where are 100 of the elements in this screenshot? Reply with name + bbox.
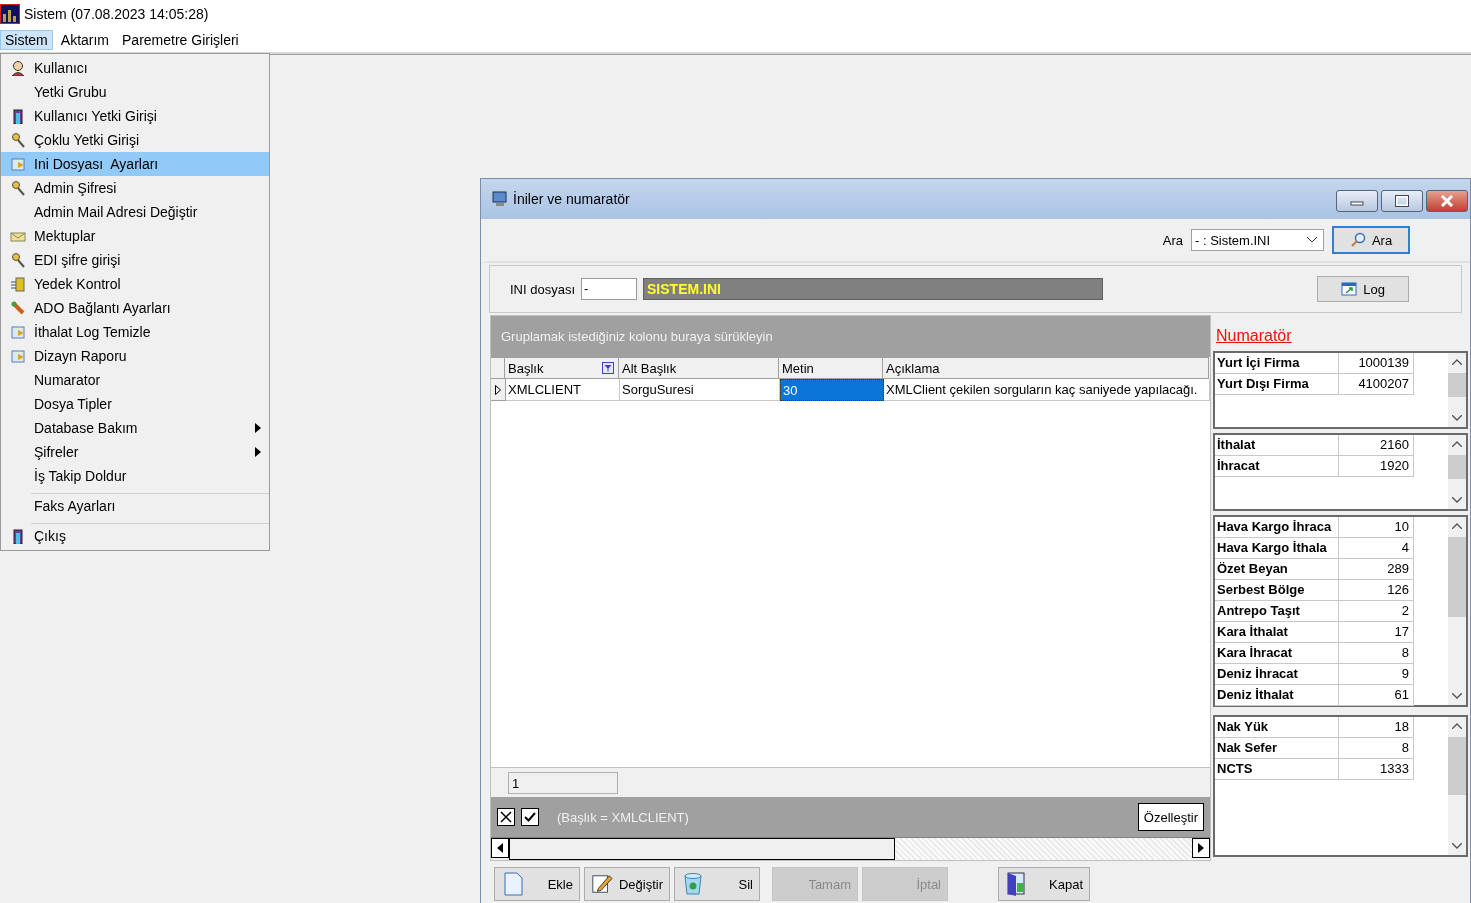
menu-item[interactable]: Admin Mail Adresi Değiştir (1, 200, 269, 224)
document-icon (9, 324, 26, 340)
column-header[interactable]: Başlık (505, 357, 619, 379)
menu-item[interactable]: Kullanıcı (1, 56, 269, 80)
menu-item[interactable]: EDI şifre girişi (1, 248, 269, 272)
dialog-button[interactable]: Ekle (494, 867, 580, 901)
filter-text: (Başlık = XMLCLIENT) (557, 809, 690, 825)
vertical-scrollbar[interactable] (1448, 717, 1466, 855)
table-cell: Nak Sefer (1215, 738, 1339, 759)
table-cell: 126 (1339, 580, 1414, 601)
table-cell: Yurt Dışı Firma (1215, 374, 1339, 395)
menu-item[interactable]: Yetki Grubu (1, 80, 269, 104)
table-cell: Özet Beyan (1215, 559, 1339, 580)
menu-item[interactable]: Çoklu Yetki Girişi (1, 128, 269, 152)
menu-item[interactable]: Sistem (0, 30, 53, 50)
scroll-up-icon (1452, 441, 1462, 447)
table-cell: 18 (1339, 717, 1414, 738)
table-cell: Nak Yük (1215, 717, 1339, 738)
ini-name-field: SISTEM.INI (643, 278, 1104, 300)
current-row-icon (495, 384, 501, 395)
table-cell: Kara İthalat (1215, 622, 1339, 643)
table-cell: 30 (780, 379, 884, 401)
computer-icon (491, 190, 509, 208)
table-cell: 4100207 (1339, 374, 1414, 395)
table-cell: İthalat (1215, 435, 1339, 456)
window-title: Sistem (07.08.2023 14:05:28) (24, 6, 209, 22)
menu-item[interactable]: Admin Şifresi (1, 176, 269, 200)
horizontal-scrollbar[interactable] (491, 837, 1210, 860)
ini-file-label: INI dosyası (510, 281, 576, 297)
table-cell: Antrepo Taşıt (1215, 601, 1339, 622)
search-label: Ara (1162, 232, 1183, 248)
app-icon (0, 4, 20, 24)
numarator-link[interactable]: Numaratör (1213, 315, 1468, 347)
customize-button[interactable]: Özelleştir (1137, 803, 1204, 831)
group-hint: Gruplamak istediğiniz kolonu buraya sürükleyin (501, 329, 773, 344)
table-cell: Serbest Bölge (1215, 580, 1339, 601)
filter-checkbox[interactable] (521, 808, 539, 826)
menu-item[interactable]: ADO Bağlantı Ayarları (1, 296, 269, 320)
check-icon (524, 812, 536, 822)
table-cell: 2 (1339, 601, 1414, 622)
minimize-button[interactable] (1336, 190, 1378, 212)
ini-code-field[interactable]: - (581, 278, 638, 300)
table-cell: 17 (1339, 622, 1414, 643)
dialog-button[interactable]: Değiştir (584, 867, 670, 901)
vertical-scrollbar[interactable] (1448, 353, 1466, 427)
table-cell: 289 (1339, 559, 1414, 580)
menu-item[interactable]: Dizayn Raporu (1, 344, 269, 368)
table-cell: NCTS (1215, 759, 1339, 780)
footer-field: 1 (508, 771, 618, 794)
menu-item[interactable]: Database Bakım (1, 416, 269, 440)
close-icon (1440, 195, 1454, 207)
scroll-down-icon (1452, 843, 1462, 849)
table-cell: 9 (1339, 664, 1414, 685)
submenu-arrow-icon (255, 447, 261, 457)
table-cell: Deniz İthalat (1215, 685, 1339, 706)
menu-item[interactable]: Şifreler (1, 440, 269, 464)
menu-item[interactable]: Yedek Kontrol (1, 272, 269, 296)
search-combo[interactable]: - : Sistem.INI (1191, 229, 1324, 251)
menu-item[interactable]: Numarator (1, 368, 269, 392)
menu-item[interactable]: İthalat Log Temizle (1, 320, 269, 344)
maximize-button[interactable] (1381, 190, 1423, 212)
table-cell: Deniz İhracat (1215, 664, 1339, 685)
menu-item[interactable]: Dosya Tipler (1, 392, 269, 416)
clear-filter-icon (497, 808, 515, 826)
menu-item[interactable]: Aktarım (55, 30, 115, 50)
table-cell: 2160 (1339, 435, 1414, 456)
recycle-bin-icon (681, 871, 705, 897)
document-icon (9, 348, 26, 364)
scroll-down-icon (1452, 497, 1462, 503)
table-cell: Hava Kargo İhraca (1215, 517, 1339, 538)
document-icon (9, 156, 26, 172)
vertical-scrollbar[interactable] (1448, 517, 1466, 705)
submenu-arrow-icon (255, 423, 261, 433)
table-cell: 61 (1339, 685, 1414, 706)
menu-item[interactable]: Mektuplar (1, 224, 269, 248)
column-header[interactable]: Alt Başlık (619, 357, 779, 379)
dialog-button[interactable]: Sil (674, 867, 760, 901)
database-icon (9, 276, 26, 292)
filter-icon (602, 362, 614, 374)
close-button[interactable] (1426, 190, 1468, 212)
search-button[interactable]: Ara (1332, 226, 1410, 254)
table-cell: 8 (1339, 738, 1414, 759)
menu-item[interactable]: Ini Dosyası Ayarları (1, 152, 269, 176)
scroll-down-icon (1452, 415, 1462, 421)
table-cell: İhracat (1215, 456, 1339, 477)
scroll-up-icon (1452, 523, 1462, 529)
menu-item[interactable]: Paremetre Girişleri (117, 30, 244, 50)
table-cell: Hava Kargo İthala (1215, 538, 1339, 559)
menu-item[interactable]: Kullanıcı Yetki Girişi (1, 104, 269, 128)
column-header[interactable]: Metin (779, 357, 883, 379)
dialog-button[interactable]: Kapat (998, 867, 1090, 901)
table-cell: 10 (1339, 517, 1414, 538)
column-header[interactable]: Açıklama (883, 357, 1209, 379)
table-cell: 4 (1339, 538, 1414, 559)
table-cell: Kara İhracat (1215, 643, 1339, 664)
scroll-up-icon (1452, 359, 1462, 365)
table-cell: 1000139 (1339, 353, 1414, 374)
vertical-scrollbar[interactable] (1448, 435, 1466, 509)
menu-item[interactable]: İş Takip Doldur (1, 464, 269, 488)
log-button[interactable]: Log (1317, 276, 1410, 302)
